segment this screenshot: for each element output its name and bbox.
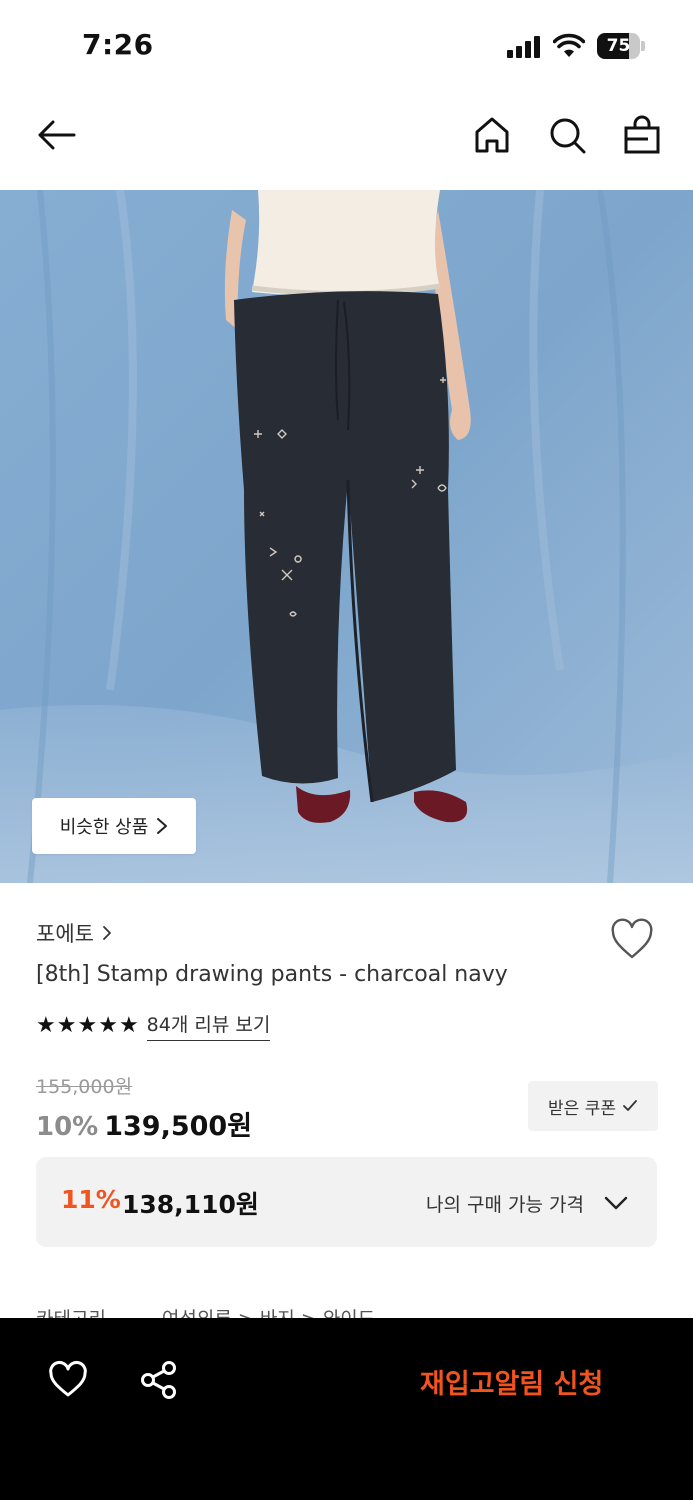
coupon-label: 받은 쿠폰 (548, 1098, 616, 1119)
product-photo (0, 190, 693, 883)
my-price: 138,110원 (122, 1190, 259, 1219)
rating-stars: ★ ★ ★ ★ ★ (36, 1013, 139, 1039)
my-discount-rate: 11% (61, 1185, 121, 1214)
battery-icon: 75 (597, 33, 645, 59)
similar-products-label: 비슷한 상품 (59, 817, 149, 838)
heart-icon[interactable] (48, 1360, 88, 1400)
review-link[interactable]: 84개 리뷰 보기 (146, 1010, 271, 1041)
star-icon: ★ (36, 1012, 56, 1038)
search-icon[interactable] (547, 115, 587, 155)
star-icon: ★ (56, 1012, 77, 1038)
share-icon[interactable] (140, 1360, 178, 1400)
price-row: 10% 139,500원 (36, 1104, 252, 1143)
brand-link[interactable]: 포에토 (36, 918, 112, 948)
discount-rate: 10% (36, 1112, 99, 1142)
coupon-button[interactable]: 받은 쿠폰 (528, 1081, 658, 1131)
star-icon: ★ (77, 1012, 98, 1038)
battery-level: 75 (606, 36, 631, 56)
heart-icon[interactable] (608, 916, 656, 964)
rating-row: ★ ★ ★ ★ ★ 84개 리뷰 보기 (36, 1010, 271, 1041)
similar-products-button[interactable]: 비슷한 상품 (32, 798, 196, 854)
original-price: 155,000원 (36, 1076, 133, 1098)
home-icon[interactable] (472, 115, 512, 155)
shopping-bag-icon[interactable] (622, 115, 662, 155)
top-nav (0, 92, 693, 190)
star-icon: ★ (118, 1012, 139, 1038)
product-image[interactable] (0, 190, 693, 883)
arrow-left-icon[interactable] (36, 115, 76, 155)
bottom-action-bar: 재입고알림 신청 (0, 1318, 693, 1500)
product-title: [8th] Stamp drawing pants - charcoal nav… (36, 962, 508, 987)
chevron-down-icon (604, 1196, 628, 1210)
star-icon: ★ (98, 1012, 118, 1038)
chevron-right-icon (157, 818, 168, 834)
status-bar: 7:26 75 (0, 0, 693, 92)
sale-price: 139,500원 (104, 1111, 253, 1142)
restock-alert-button[interactable]: 재입고알림 신청 (420, 1362, 603, 1401)
my-price-panel[interactable]: 11% 138,110원 나의 구매 가능 가격 (36, 1157, 657, 1247)
cellular-signal-icon (507, 36, 543, 58)
wifi-icon (553, 33, 585, 57)
my-price-label: 나의 구매 가능 가격 (426, 1194, 584, 1216)
status-time: 7:26 (82, 28, 154, 61)
chevron-right-icon (103, 926, 111, 940)
brand-name: 포에토 (36, 922, 94, 946)
check-icon (623, 1100, 637, 1111)
